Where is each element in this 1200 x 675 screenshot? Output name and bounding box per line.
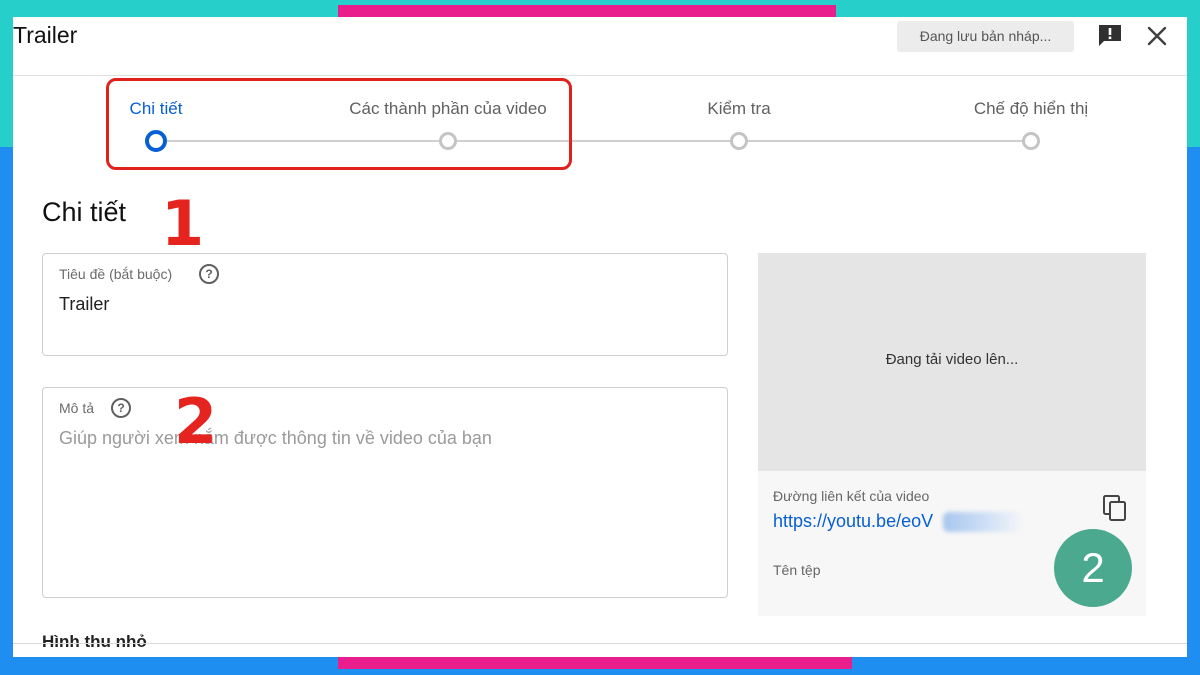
step-checks-dot[interactable]	[730, 132, 748, 150]
title-field-label: Tiêu đề (bắt buộc)	[59, 266, 173, 282]
step-checks-label[interactable]: Kiểm tra	[707, 99, 770, 119]
title-field[interactable]: Tiêu đề (bắt buộc) ? Trailer	[42, 253, 728, 356]
filename-label: Tên tệp	[773, 562, 821, 578]
close-icon[interactable]	[1146, 25, 1168, 47]
upload-status-text: Đang tải video lên...	[885, 351, 1019, 368]
step-visibility-label[interactable]: Chế độ hiển thị	[974, 99, 1088, 119]
video-link[interactable]: https://youtu.be/eoV	[773, 511, 933, 532]
video-preview-area: Đang tải video lên...	[758, 253, 1146, 471]
video-link-label: Đường liên kết của video	[773, 488, 930, 504]
copy-icon[interactable]	[1102, 494, 1128, 522]
title-input-value[interactable]: Trailer	[59, 294, 109, 315]
video-preview-card: Đang tải video lên... Đường liên kết của…	[758, 253, 1146, 616]
feedback-icon[interactable]	[1097, 24, 1123, 48]
thumbnail-heading: Hình thu nhỏ	[42, 632, 147, 651]
bottom-divider	[13, 643, 1187, 644]
dialog-title: Trailer	[13, 22, 78, 48]
highlight-box	[106, 78, 572, 170]
draft-status-chip: Đang lưu bản nháp...	[897, 21, 1074, 52]
annotation-marker-1: 1	[161, 187, 205, 260]
description-field-label: Mô tả	[59, 400, 95, 416]
frame-accent-bottom	[338, 657, 852, 669]
description-input-placeholder[interactable]: Giúp người xem nắm được thông tin về vid…	[59, 428, 492, 449]
header-divider	[13, 75, 1187, 76]
frame-accent-top	[338, 5, 836, 17]
video-link-redaction	[943, 512, 1023, 532]
help-icon[interactable]: ?	[199, 264, 219, 284]
section-title: Chi tiết	[42, 197, 127, 227]
description-field[interactable]: Mô tả ? Giúp người xem nắm được thông ti…	[42, 387, 728, 598]
upload-dialog: Trailer Đang lưu bản nháp... Chi tiết Cá…	[13, 17, 1187, 657]
annotation-badge: 2	[1054, 529, 1132, 607]
help-icon[interactable]: ?	[111, 398, 131, 418]
annotation-marker-2: 2	[174, 385, 218, 458]
step-visibility-dot[interactable]	[1022, 132, 1040, 150]
